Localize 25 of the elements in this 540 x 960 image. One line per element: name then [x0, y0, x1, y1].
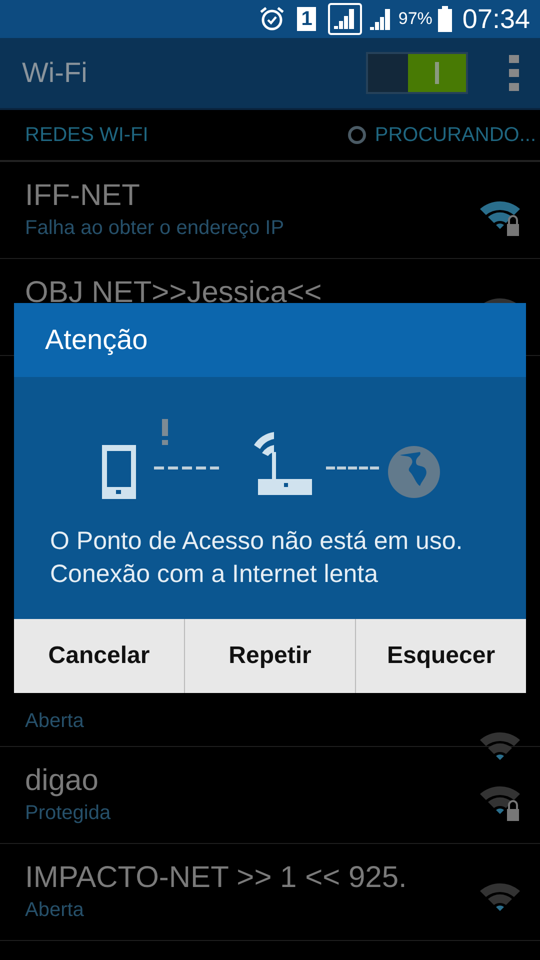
sim-slot: 1 — [297, 7, 316, 31]
network-status: Protegida — [25, 802, 111, 825]
network-status: Falha ao obter o endereço IP — [25, 217, 284, 240]
network-name: IFF-NET — [25, 179, 141, 213]
network-item[interactable]: IFF-NET Falha ao obter o endereço IP — [0, 162, 540, 259]
battery-level: 97% — [398, 9, 432, 29]
network-item[interactable]: digao Protegida — [0, 747, 540, 844]
wifi-toggle[interactable] — [366, 52, 468, 94]
alarm-clock-icon — [259, 6, 286, 32]
dialog-message: O Ponto de Acesso não está em uso. Conexão com a Internet lenta — [49, 526, 464, 590]
network-name: digao — [25, 764, 100, 798]
network-item[interactable]: IMPACTO-NET >> 1 << 925. Aberta — [0, 844, 540, 941]
spinner-icon — [346, 125, 367, 145]
network-name: IMPACTO-NET >> 1 << 925. — [25, 861, 407, 895]
screen-title: Wi-Fi — [22, 57, 88, 89]
network-status: Aberta — [25, 899, 85, 922]
scanning-status: PROCURANDO... — [374, 124, 536, 146]
network-status: Aberta — [25, 710, 84, 733]
dialog-title: Atenção — [14, 303, 526, 377]
overflow-menu-icon[interactable] — [508, 55, 520, 91]
battery-icon — [438, 6, 452, 32]
clock: 07:34 — [462, 4, 530, 34]
section-header: REDES WI-FI — [25, 124, 148, 146]
signal-icon — [328, 3, 362, 35]
signal-icon — [368, 6, 392, 32]
